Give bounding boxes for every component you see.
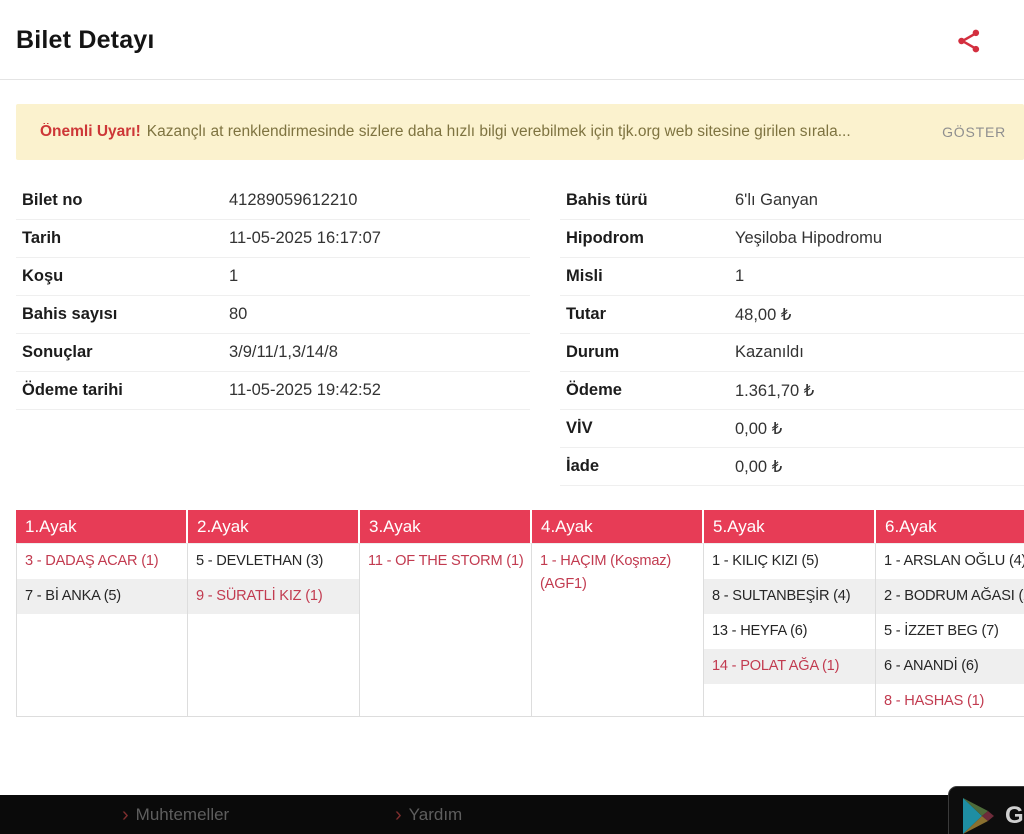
share-icon	[954, 26, 984, 56]
show-button[interactable]: GÖSTER	[942, 124, 1006, 140]
chevron-right-icon: ›	[395, 805, 402, 825]
detail-label: İade	[560, 457, 735, 476]
detail-row-left: Tarih11-05-2025 16:17:07	[16, 220, 530, 258]
leg-entry: 11 - OF THE STORM (1)	[360, 544, 531, 579]
detail-label: Tutar	[560, 305, 735, 324]
detail-label: Bahis sayısı	[16, 305, 229, 324]
leg-column-body: 1 - KILIÇ KIZI (5)8 - SULTANBEŞİR (4)13 …	[704, 543, 876, 717]
detail-row-right: Tutar48,00 ₺	[560, 296, 1024, 334]
leg-column-header: 1.Ayak	[16, 510, 186, 543]
leg-column-body: 1 - ARSLAN OĞLU (4)2 - BODRUM AĞASI (2)5…	[876, 543, 1024, 717]
detail-row-right: HipodromYeşiloba Hipodromu	[560, 220, 1024, 258]
share-button[interactable]	[954, 26, 984, 56]
detail-value: 3/9/11/1,3/14/8	[229, 343, 338, 362]
ticket-details-left: Bilet no41289059612210Tarih11-05-2025 16…	[16, 182, 530, 410]
detail-value: 0,00 ₺	[735, 457, 782, 477]
detail-row-right: DurumKazanıldı	[560, 334, 1024, 372]
detail-value: 1	[735, 267, 744, 286]
leg-entry: 8 - SULTANBEŞİR (4)	[704, 579, 875, 614]
detail-value: 1.361,70 ₺	[735, 381, 814, 401]
chevron-right-icon: ›	[122, 805, 129, 825]
leg-entry: 14 - POLAT AĞA (1)	[704, 649, 875, 684]
detail-value: 80	[229, 305, 247, 324]
detail-value: Kazanıldı	[735, 343, 804, 362]
leg-entry: 5 - İZZET BEG (7)	[876, 614, 1024, 649]
footer-nav: › Muhtemeller › Yardım	[0, 795, 1024, 834]
detail-value: 6'lı Ganyan	[735, 191, 818, 210]
leg-entry: 1 - KILIÇ KIZI (5)	[704, 544, 875, 579]
detail-row-right: Ödeme1.361,70 ₺	[560, 372, 1024, 410]
detail-row-left: Bahis sayısı80	[16, 296, 530, 334]
leg-entry: 5 - DEVLETHAN (3)	[188, 544, 359, 579]
detail-row-right: Bahis türü6'lı Ganyan	[560, 182, 1024, 220]
bilet-detayi-page: Bilet Detayı Önemli Uyarı! Kazançlı at re…	[0, 0, 1024, 834]
detail-value: 11-05-2025 19:42:52	[229, 381, 381, 400]
leg-column-body: 3 - DADAŞ ACAR (1)7 - Bİ ANKA (5)	[16, 543, 188, 717]
detail-row-left: Sonuçlar3/9/11/1,3/14/8	[16, 334, 530, 372]
detail-label: Koşu	[16, 267, 229, 286]
leg-entry: 9 - SÜRATLİ KIZ (1)	[188, 579, 359, 614]
leg-column: 2.Ayak5 - DEVLETHAN (3)9 - SÜRATLİ KIZ (…	[188, 510, 360, 717]
detail-row-right: VİV0,00 ₺	[560, 410, 1024, 448]
detail-row-left: Koşu1	[16, 258, 530, 296]
footer-item-label: Muhtemeller	[136, 805, 230, 825]
footer-item-label: Yardım	[409, 805, 463, 825]
detail-label: Tarih	[16, 229, 229, 248]
leg-column-header: 6.Ayak	[876, 510, 1024, 543]
detail-row-left: Bilet no41289059612210	[16, 182, 530, 220]
leg-column-header: 5.Ayak	[704, 510, 874, 543]
leg-entry: 13 - HEYFA (6)	[704, 614, 875, 649]
leg-entry: 7 - Bİ ANKA (5)	[17, 579, 187, 614]
detail-label: Misli	[560, 267, 735, 286]
detail-label: Sonuçlar	[16, 343, 229, 362]
leg-entry: 1 - HAÇIM (Koşmaz) (AGF1)	[532, 544, 703, 602]
leg-entry: 8 - HASHAS (1)	[876, 684, 1024, 719]
detail-value: Yeşiloba Hipodromu	[735, 229, 882, 248]
leg-column-body: 11 - OF THE STORM (1)	[360, 543, 532, 717]
leg-entry: 3 - DADAŞ ACAR (1)	[17, 544, 187, 579]
footer-item-muhtemeller[interactable]: › Muhtemeller	[122, 795, 229, 834]
detail-label: Ödeme	[560, 381, 735, 400]
warning-message: Kazançlı at renklendirmesinde sizlere da…	[147, 123, 851, 140]
leg-column: 4.Ayak1 - HAÇIM (Koşmaz) (AGF1)	[532, 510, 704, 717]
warning-alert-label: Önemli Uyarı!	[40, 123, 141, 140]
detail-label: Ödeme tarihi	[16, 381, 229, 400]
detail-label: Hipodrom	[560, 229, 735, 248]
leg-entry: 2 - BODRUM AĞASI (2)	[876, 579, 1024, 614]
detail-value: 48,00 ₺	[735, 305, 791, 325]
leg-column-body: 1 - HAÇIM (Koşmaz) (AGF1)	[532, 543, 704, 717]
leg-entry: 6 - ANANDİ (6)	[876, 649, 1024, 684]
page-title: Bilet Detayı	[16, 26, 155, 55]
leg-column-header: 4.Ayak	[532, 510, 702, 543]
detail-row-left: Ödeme tarihi11-05-2025 19:42:52	[16, 372, 530, 410]
leg-column-header: 2.Ayak	[188, 510, 358, 543]
warning-banner: Önemli Uyarı! Kazançlı at renklendirmesin…	[16, 104, 1024, 160]
leg-column-body: 5 - DEVLETHAN (3)9 - SÜRATLİ KIZ (1)	[188, 543, 360, 717]
detail-label: Bahis türü	[560, 191, 735, 210]
detail-value: 1	[229, 267, 238, 286]
google-play-icon	[961, 797, 995, 834]
detail-value: 41289059612210	[229, 191, 357, 210]
legs-table: 1.Ayak3 - DADAŞ ACAR (1)7 - Bİ ANKA (5)2…	[16, 510, 1024, 717]
detail-label: Durum	[560, 343, 735, 362]
detail-label: Bilet no	[16, 191, 229, 210]
google-play-badge[interactable]: G	[948, 786, 1024, 834]
footer-item-yardım[interactable]: › Yardım	[395, 795, 462, 834]
detail-value: 0,00 ₺	[735, 419, 782, 439]
ticket-details-right: Bahis türü6'lı GanyanHipodromYeşiloba Hi…	[560, 182, 1024, 486]
google-play-letter: G	[1005, 802, 1024, 830]
detail-row-right: Misli1	[560, 258, 1024, 296]
app-header: Bilet Detayı	[0, 0, 1024, 80]
leg-column: 6.Ayak1 - ARSLAN OĞLU (4)2 - BODRUM AĞAS…	[876, 510, 1024, 717]
leg-column: 1.Ayak3 - DADAŞ ACAR (1)7 - Bİ ANKA (5)	[16, 510, 188, 717]
detail-row-right: İade0,00 ₺	[560, 448, 1024, 486]
leg-column: 3.Ayak11 - OF THE STORM (1)	[360, 510, 532, 717]
leg-column: 5.Ayak1 - KILIÇ KIZI (5)8 - SULTANBEŞİR …	[704, 510, 876, 717]
detail-label: VİV	[560, 419, 735, 438]
warning-text: Önemli Uyarı! Kazançlı at renklendirmesin…	[40, 123, 928, 141]
leg-entry: 1 - ARSLAN OĞLU (4)	[876, 544, 1024, 579]
leg-column-header: 3.Ayak	[360, 510, 530, 543]
detail-value: 11-05-2025 16:17:07	[229, 229, 381, 248]
